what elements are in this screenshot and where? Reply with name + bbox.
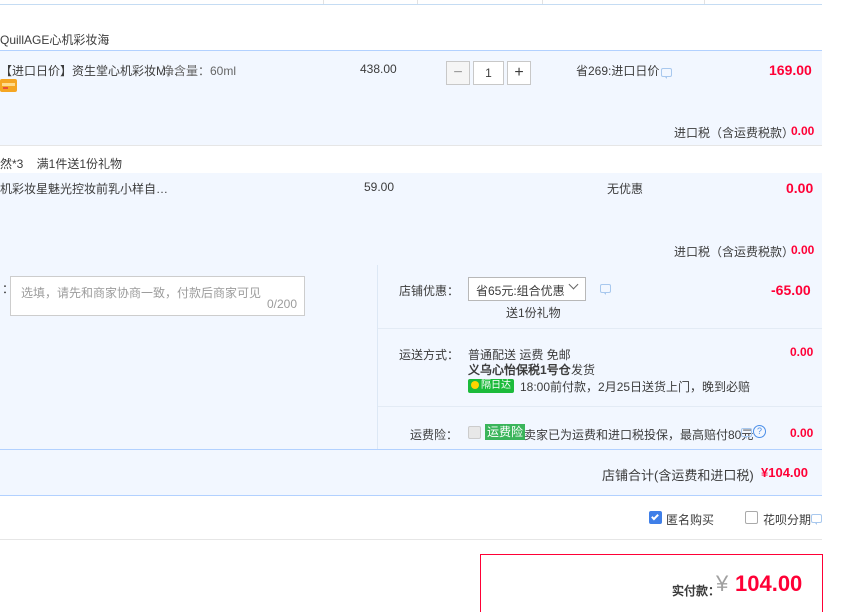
header-separator (542, 0, 543, 4)
header-separator (704, 0, 705, 4)
gift-promo-line: 然*3 满1件送1份礼物 (0, 157, 123, 171)
quantity-increase-button[interactable]: + (507, 61, 531, 85)
insurance-text: 卖家已为运费和进口税投保，最高赔付80元 (524, 428, 754, 442)
import-tax-label: 进口税（含运费税款） (674, 245, 795, 259)
credit-card-icon (0, 79, 17, 92)
item-promo: 省269:进口日价 (576, 64, 660, 78)
discount-label: 店铺优惠： (399, 284, 460, 298)
import-tax-value: 0.00 (791, 124, 815, 138)
item-title[interactable]: 机彩妆星魅光控妆前乳小样自… (0, 180, 168, 197)
chat-icon[interactable] (741, 428, 752, 439)
pay-amount: 104.00 (735, 571, 803, 596)
pay-label: 实付款： (672, 584, 721, 598)
insurance-label: 运费险： (410, 428, 459, 442)
shipping-label: 运送方式： (399, 348, 460, 362)
discount-selected: 省65元:组合优惠 (476, 284, 565, 298)
options-divider (0, 539, 822, 540)
anonymous-checkbox[interactable] (649, 511, 662, 524)
insurance-checkbox[interactable] (468, 426, 481, 439)
header-divider (0, 4, 822, 5)
item-subtotal: 0.00 (786, 180, 814, 196)
insurance-tag: 运费险 (485, 424, 526, 440)
message-input[interactable]: 选填，请先和商家协商一致，付款后商家可见 0/200 (10, 276, 305, 316)
discount-select[interactable]: 省65元:组合优惠 (468, 277, 586, 301)
currency-symbol: ¥ (716, 571, 729, 596)
item-divider (0, 145, 822, 146)
total-bottom-divider (0, 495, 822, 496)
import-tax-value: 0.00 (791, 243, 815, 257)
total-divider (0, 449, 822, 450)
item-subtotal: 169.00 (769, 62, 812, 78)
next-day-badge: 隔日达 (468, 379, 514, 393)
item-promo: 无优惠 (607, 182, 644, 196)
chat-icon[interactable] (600, 284, 611, 295)
delivery-note: 18:00前付款，2月25日送货上门，晚到必赔 (520, 380, 751, 394)
insurance-value: 0.00 (790, 426, 814, 440)
shop-total-label: 店铺合计(含运费和进口税) (602, 468, 754, 483)
header-separator (323, 0, 324, 4)
warehouse-name: 义乌心怡保税1号仓 (468, 363, 571, 377)
anonymous-label[interactable]: 匿名购买 (666, 511, 714, 528)
item-price: 438.00 (360, 62, 397, 76)
import-tax-label: 进口税（含运费税款） (674, 126, 795, 140)
quantity-input[interactable]: 1 (473, 61, 504, 85)
row-divider (378, 406, 822, 407)
discount-gift: 送1份礼物 (506, 306, 561, 320)
row-divider (378, 328, 822, 329)
message-counter: 0/200 (266, 297, 297, 311)
chat-icon[interactable] (811, 514, 822, 525)
badge-label: 隔日达 (481, 380, 511, 391)
header-separator (417, 0, 418, 4)
ship-word: 发货 (571, 363, 596, 377)
chevron-down-icon (568, 279, 579, 290)
shop-name[interactable]: QuillAGE心机彩妆海 (0, 31, 109, 48)
item-price: 59.00 (364, 180, 395, 194)
chat-icon[interactable] (661, 68, 672, 79)
discount-value: -65.00 (771, 282, 811, 298)
actual-payment-box: 实付款： ¥ 104.00 (480, 554, 823, 612)
item-spec: 净含量：60ml (162, 64, 237, 78)
huabei-checkbox[interactable] (745, 511, 758, 524)
quantity-decrease-button[interactable]: − (446, 61, 470, 85)
huabei-label[interactable]: 花呗分期 (763, 511, 811, 528)
shop-total-value: ¥104.00 (761, 465, 808, 480)
check-icon (651, 512, 659, 521)
help-icon[interactable]: ? (753, 425, 766, 438)
item-title[interactable]: 【进口日价】资生堂心机彩妆M… (0, 62, 178, 79)
shipping-value: 0.00 (790, 345, 814, 359)
clock-icon (471, 381, 479, 389)
message-placeholder: 选填，请先和商家协商一致，付款后商家可见 (21, 286, 262, 300)
